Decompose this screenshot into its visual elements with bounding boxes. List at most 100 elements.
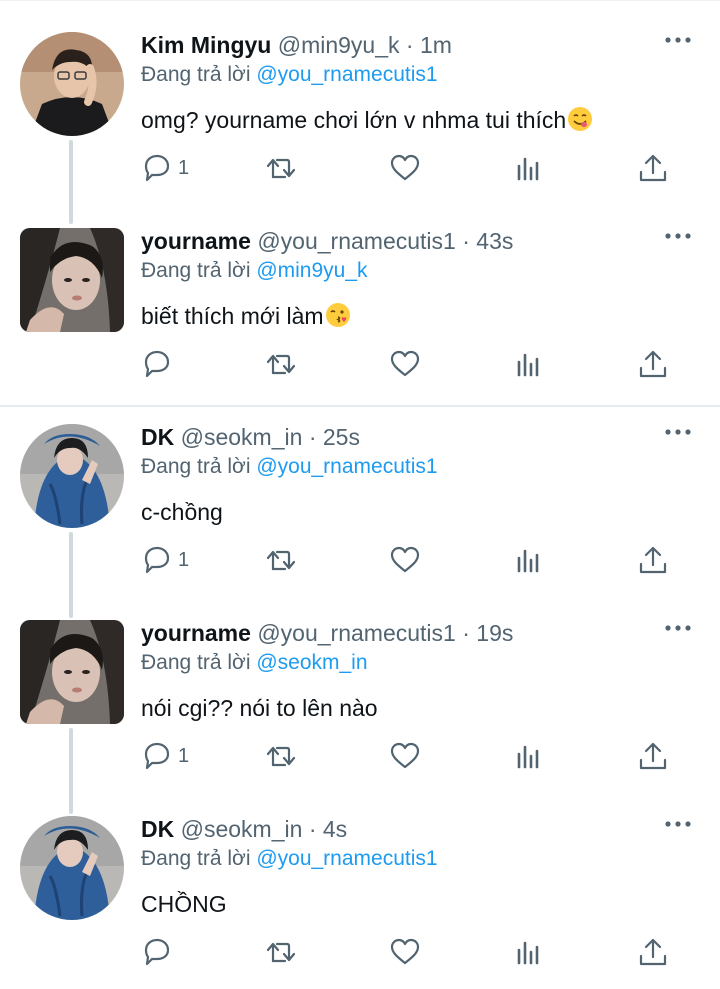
share-button[interactable] — [636, 346, 670, 382]
display-name[interactable]: yourname — [141, 228, 251, 254]
more-dots-icon — [665, 429, 691, 435]
thread-line — [69, 140, 73, 224]
bar-chart-icon — [517, 549, 539, 573]
reply-button[interactable]: 1 — [140, 738, 189, 774]
avatar[interactable] — [20, 816, 124, 920]
like-button[interactable] — [388, 346, 422, 382]
replying-to: Đang trả lời @you_rnamecutis1 — [141, 452, 438, 482]
timestamp[interactable]: 19s — [476, 620, 513, 646]
display-name[interactable]: yourname — [141, 620, 251, 646]
bar-chart-icon — [517, 745, 539, 769]
share-button[interactable] — [636, 150, 670, 186]
savoring-food-emoji — [568, 107, 593, 131]
section-divider — [0, 405, 720, 407]
timestamp[interactable]: 1m — [420, 32, 452, 58]
tweet-body: CHỒNG — [141, 891, 227, 917]
share-button[interactable] — [636, 542, 670, 578]
display-name[interactable]: DK — [141, 424, 174, 450]
tweet-body: nói cgi?? nói to lên nào — [141, 695, 378, 721]
replying-to-label: Đang trả lời — [141, 847, 251, 870]
share-button[interactable] — [636, 738, 670, 774]
replying-to: Đang trả lời @you_rnamecutis1 — [141, 844, 438, 874]
share-upload-icon — [639, 938, 667, 966]
retweet-button[interactable] — [264, 150, 298, 186]
separator-dot: · — [405, 32, 414, 58]
retweet-icon — [266, 354, 296, 375]
replying-to-handle[interactable]: @seokm_in — [256, 651, 367, 674]
replying-to: Đang trả lời @seokm_in — [141, 648, 368, 678]
reply-count: 1 — [178, 156, 190, 179]
heart-icon — [390, 546, 420, 573]
thread-line — [69, 532, 73, 618]
user-handle[interactable]: @min9yu_k — [278, 32, 400, 58]
action-bar: 1 — [140, 150, 700, 190]
display-name[interactable]: Kim Mingyu — [141, 32, 271, 58]
avatar[interactable] — [20, 620, 124, 724]
reply-count: 1 — [178, 548, 190, 571]
replying-to: Đang trả lời @you_rnamecutis1 — [141, 60, 438, 90]
bar-chart-icon — [517, 941, 539, 965]
tweet-text: CHỒNG — [141, 888, 227, 920]
like-button[interactable] — [388, 738, 422, 774]
retweet-icon — [266, 550, 296, 571]
timestamp[interactable]: 25s — [323, 424, 360, 450]
display-name[interactable]: DK — [141, 816, 174, 842]
share-upload-icon — [639, 350, 667, 378]
comment-bubble-icon — [144, 938, 170, 966]
replying-to-handle[interactable]: @min9yu_k — [256, 259, 367, 282]
views-button[interactable] — [512, 934, 546, 970]
views-button[interactable] — [512, 738, 546, 774]
retweet-button[interactable] — [264, 934, 298, 970]
like-button[interactable] — [388, 542, 422, 578]
avatar[interactable] — [20, 228, 124, 332]
replying-to-label: Đang trả lời — [141, 63, 251, 86]
tweet-header: DK @seokm_in · 25s — [141, 422, 360, 452]
more-options-button[interactable] — [664, 28, 692, 52]
more-options-button[interactable] — [664, 812, 692, 836]
timestamp[interactable]: 4s — [323, 816, 347, 842]
avatar[interactable] — [20, 32, 124, 136]
replying-to: Đang trả lời @min9yu_k — [141, 256, 368, 286]
reply-button[interactable] — [140, 934, 178, 970]
share-upload-icon — [639, 742, 667, 770]
replying-to-handle[interactable]: @you_rnamecutis1 — [256, 63, 437, 86]
more-options-button[interactable] — [664, 224, 692, 248]
replying-to-handle[interactable]: @you_rnamecutis1 — [256, 847, 437, 870]
retweet-button[interactable] — [264, 542, 298, 578]
user-handle[interactable]: @seokm_in — [181, 424, 303, 450]
heart-icon — [390, 938, 420, 965]
retweet-icon — [266, 942, 296, 963]
user-handle[interactable]: @seokm_in — [181, 816, 303, 842]
bar-chart-icon — [517, 353, 539, 377]
reply-button[interactable]: 1 — [140, 542, 189, 578]
reply-button[interactable] — [140, 346, 178, 382]
like-button[interactable] — [388, 934, 422, 970]
separator-dot: · — [462, 620, 470, 646]
more-dots-icon — [665, 37, 691, 43]
retweet-button[interactable] — [264, 738, 298, 774]
views-button[interactable] — [512, 150, 546, 186]
more-options-button[interactable] — [664, 420, 692, 444]
bar-chart-icon — [517, 157, 539, 181]
user-handle[interactable]: @you_rnamecutis1 — [257, 620, 456, 646]
separator-dot: · — [462, 228, 470, 254]
user-handle[interactable]: @you_rnamecutis1 — [257, 228, 456, 254]
reply-button[interactable]: 1 — [140, 150, 189, 186]
timestamp[interactable]: 43s — [476, 228, 513, 254]
comment-bubble-icon — [144, 350, 170, 378]
comment-bubble-icon — [144, 154, 170, 182]
retweet-button[interactable] — [264, 346, 298, 382]
avatar[interactable] — [20, 424, 124, 528]
comment-bubble-icon — [144, 546, 170, 574]
share-upload-icon — [639, 154, 667, 182]
like-button[interactable] — [388, 150, 422, 186]
tweet-body: biết thích mới làm — [141, 303, 324, 329]
share-button[interactable] — [636, 934, 670, 970]
views-button[interactable] — [512, 346, 546, 382]
views-button[interactable] — [512, 542, 546, 578]
more-dots-icon — [665, 625, 691, 631]
share-upload-icon — [639, 546, 667, 574]
more-options-button[interactable] — [664, 616, 692, 640]
action-bar — [140, 934, 700, 974]
replying-to-handle[interactable]: @you_rnamecutis1 — [256, 455, 437, 478]
